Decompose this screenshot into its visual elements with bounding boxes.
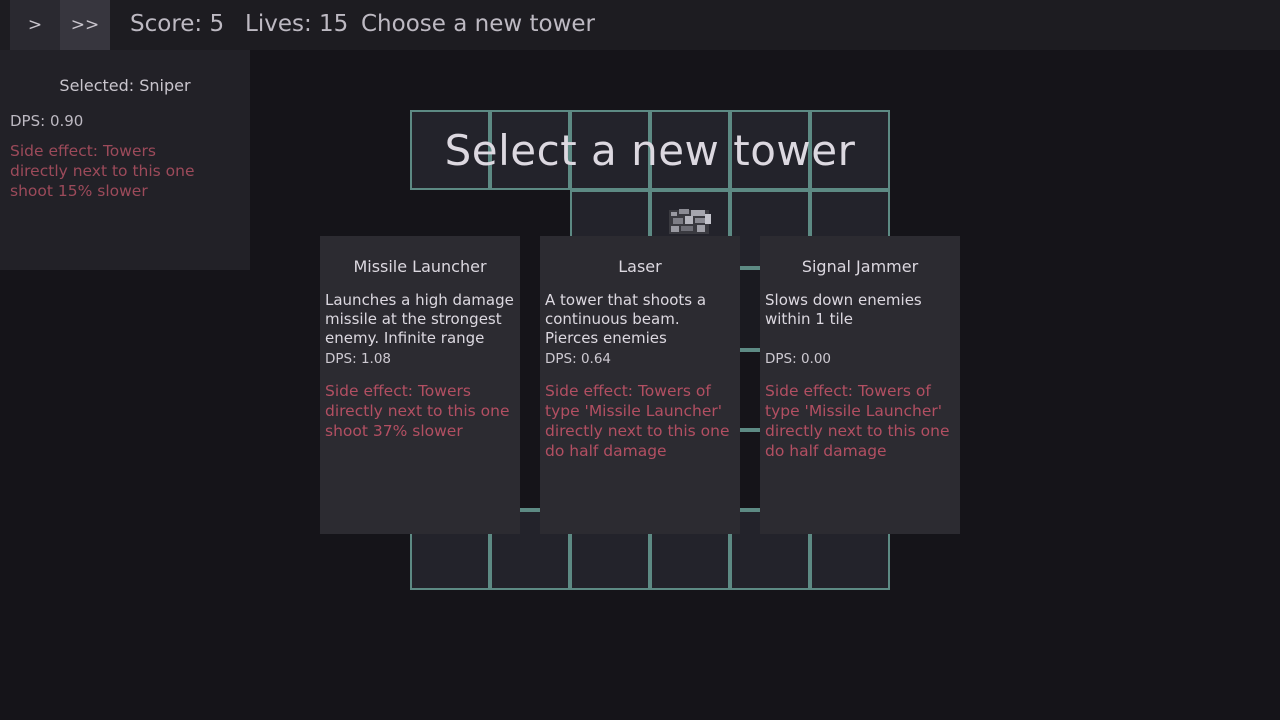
tower-card-description: Launches a high damage missile at the st…	[325, 291, 514, 347]
top-bar: > >> Score: 5 Lives: 15 Choose a new tow…	[0, 0, 1280, 50]
tower-card-dps: DPS: 0.00	[765, 351, 832, 367]
grid-edge	[740, 508, 760, 512]
normal-speed-button[interactable]: >	[10, 0, 60, 50]
tower-card-missile-launcher[interactable]: Missile Launcher Launches a high damage …	[320, 236, 520, 534]
sniper-tower-icon	[669, 209, 711, 234]
tower-card-side-effect: Side effect: Towers directly next to thi…	[325, 382, 510, 440]
status-message: Choose a new tower	[361, 11, 595, 37]
tower-card-title: Laser	[618, 257, 662, 276]
tower-card-description: A tower that shoots a continuous beam. P…	[545, 291, 707, 347]
score-display: Score: 5	[130, 11, 225, 37]
selected-tower-side-effect: Side effect: Towers directly next to thi…	[10, 142, 195, 200]
tower-card-side-effect: Side effect: Towers of type 'Missile Lau…	[545, 382, 730, 460]
tower-card-dps: DPS: 0.64	[545, 351, 612, 367]
tower-card-dps: DPS: 1.08	[325, 351, 392, 367]
grid-edge	[740, 428, 760, 432]
tower-card-signal-jammer[interactable]: Signal Jammer Slows down enemies within …	[760, 236, 960, 534]
tower-card-description: Slows down enemies within 1 tile	[765, 291, 922, 328]
grid-edge	[520, 508, 540, 512]
lives-display: Lives: 15	[245, 11, 349, 37]
selected-tower-dps: DPS: 0.90	[10, 112, 84, 130]
selected-tower-name: Selected: Sniper	[59, 76, 191, 95]
tower-card-title: Missile Launcher	[353, 257, 487, 276]
grid-gap	[740, 270, 760, 348]
grid-edge	[740, 348, 760, 352]
select-tower-banner: Select a new tower	[444, 125, 856, 175]
tower-card-side-effect: Side effect: Towers of type 'Missile Lau…	[765, 382, 950, 460]
tower-card-title: Signal Jammer	[801, 257, 919, 276]
selected-tower-panel: Selected: Sniper DPS: 0.90 Side effect: …	[0, 50, 250, 270]
fast-speed-button[interactable]: >>	[60, 0, 110, 50]
tower-card-laser[interactable]: Laser A tower that shoots a continuous b…	[540, 236, 740, 534]
